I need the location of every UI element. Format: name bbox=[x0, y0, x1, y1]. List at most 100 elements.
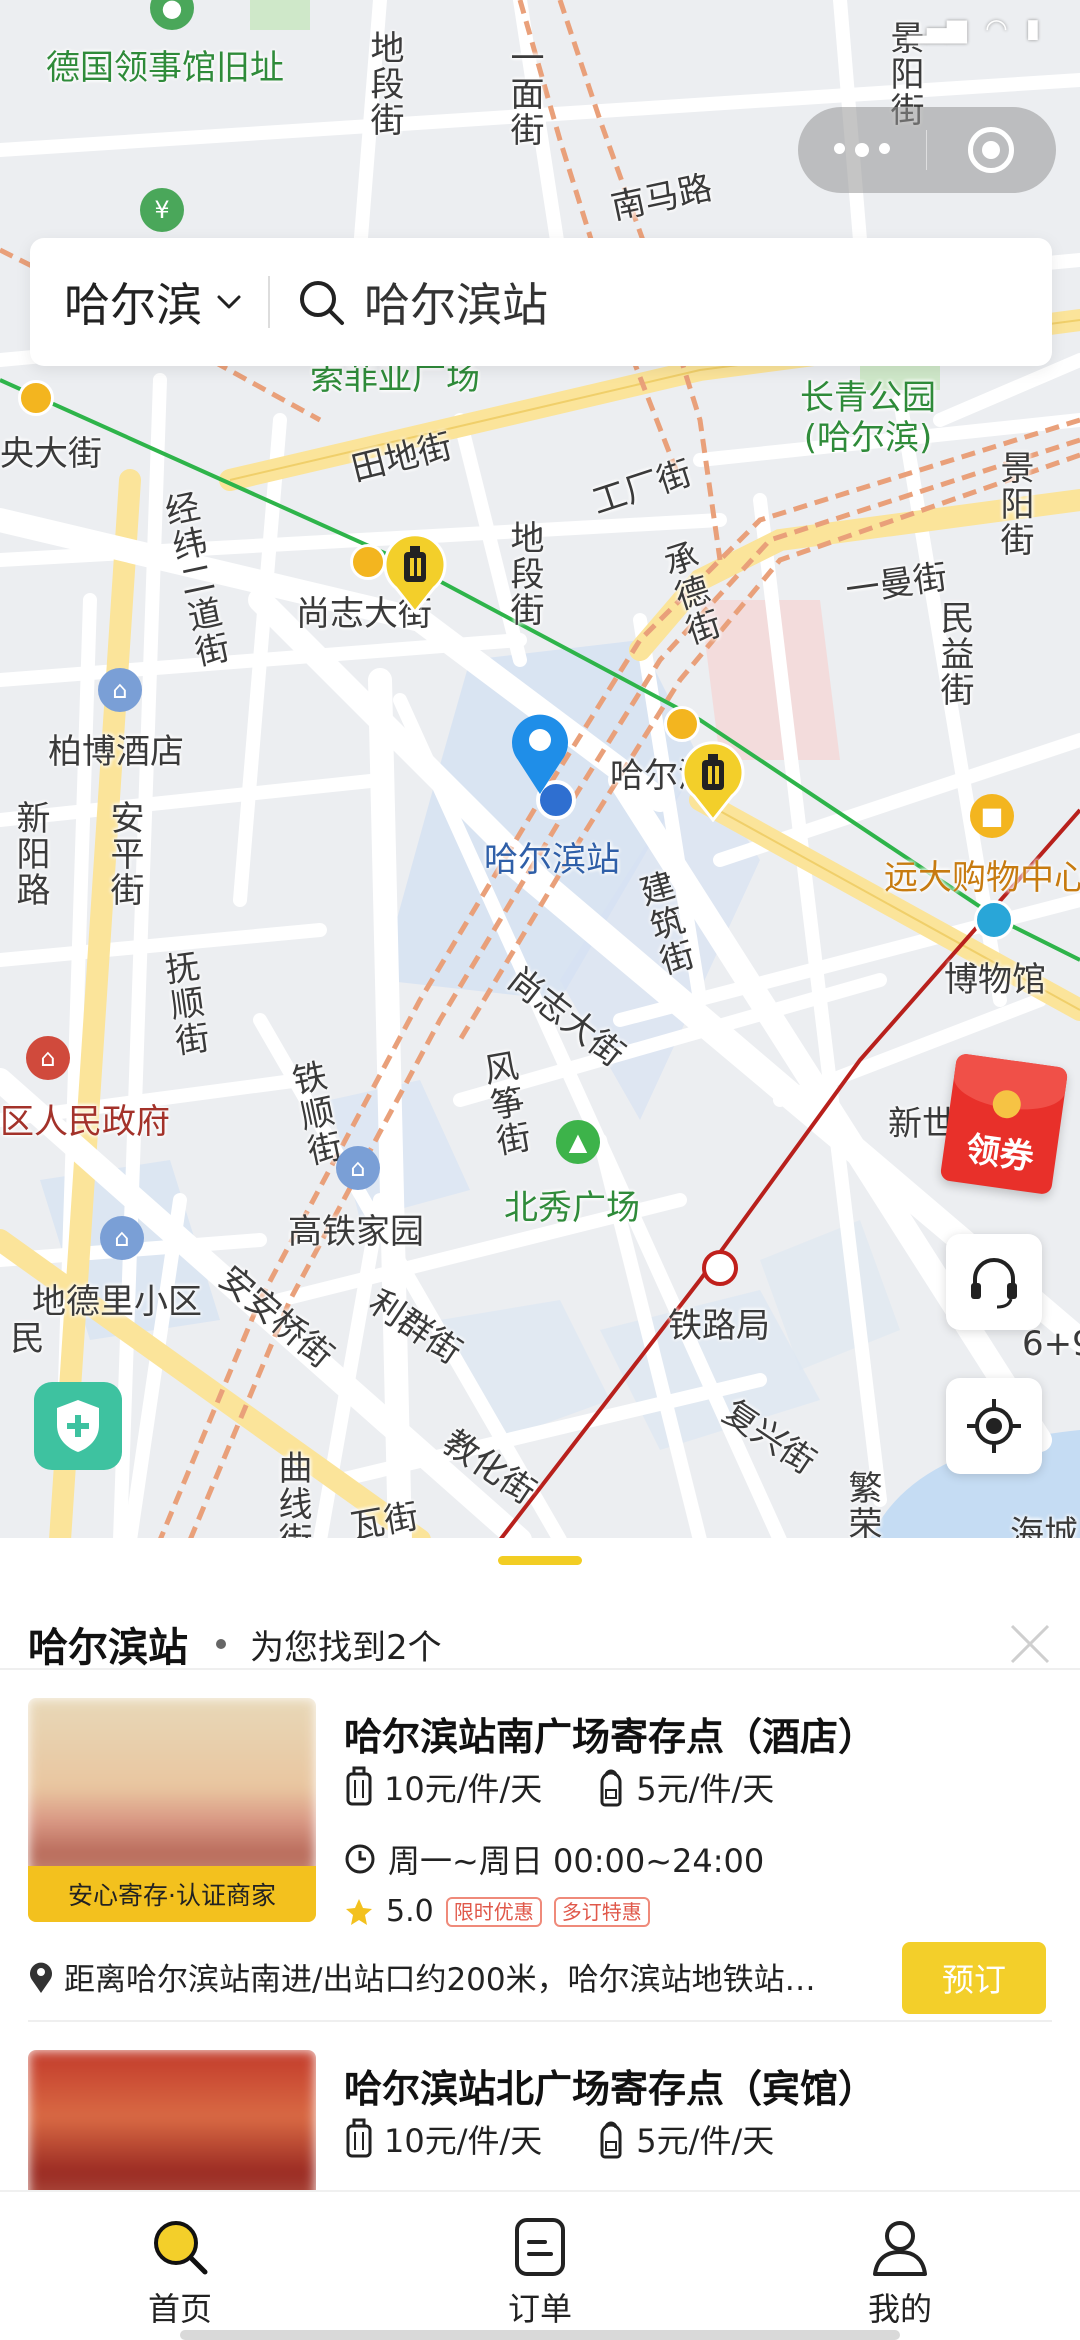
map-label-harbin-station: 哈尔滨站 bbox=[484, 840, 620, 880]
map-label-changqing-park: 长青公园 (哈尔滨) bbox=[800, 378, 936, 458]
separator-dot bbox=[216, 1639, 226, 1649]
home-indicator bbox=[180, 2330, 900, 2340]
price-large-luggage: 10元/件/天 bbox=[384, 2122, 543, 2160]
card-title: 哈尔滨站南广场寄存点（酒店） bbox=[344, 1715, 877, 1759]
city-selector[interactable]: 哈尔滨 bbox=[30, 238, 242, 366]
search-bar: 哈尔滨 哈尔滨站 bbox=[30, 238, 1052, 366]
hours-row: 周一~周日 00:00~24:00 bbox=[344, 1836, 764, 1882]
tab-orders[interactable]: 订单 bbox=[360, 2192, 720, 2340]
map-label-anping: 安平街 bbox=[104, 800, 144, 908]
search-input[interactable]: 哈尔滨站 bbox=[364, 269, 548, 335]
backpack-icon bbox=[600, 1769, 622, 1807]
battery-icon: ▮ bbox=[1025, 14, 1040, 44]
map-label-railway-bureau: 铁路局 bbox=[668, 1306, 770, 1346]
map-label-xinyang: 新阳路 bbox=[10, 800, 50, 908]
map-label-jingyang-2: 景阳街 bbox=[994, 450, 1034, 558]
map-label-fanrong: 繁荣街 bbox=[842, 1470, 882, 1540]
map-label-yangdajie: 央大街 bbox=[0, 434, 102, 474]
metro-station-icon bbox=[664, 706, 700, 742]
storage-result-card[interactable]: 安心寄存·认证商家 哈尔滨站南广场寄存点（酒店） 10元/件/天 5元/件/天 … bbox=[28, 1698, 1052, 2014]
storage-photo: 安心寄存·认证商家 bbox=[28, 1698, 316, 1922]
result-count: 为您找到2个 bbox=[250, 1627, 442, 1668]
close-miniprogram-icon[interactable] bbox=[927, 127, 1055, 173]
storage-result-card[interactable]: 哈尔滨站北广场寄存点（宾馆） 10元/件/天 5元/件/天 bbox=[28, 2050, 1052, 2190]
shield-icon bbox=[57, 1400, 99, 1452]
map-label-gaotie-home: 高铁家园 bbox=[288, 1212, 424, 1252]
status-bar: ▂▄▆ ◠ ▮ bbox=[0, 0, 1080, 64]
drag-handle[interactable] bbox=[498, 1556, 582, 1565]
locate-me-button[interactable] bbox=[946, 1378, 1042, 1474]
location-icon bbox=[30, 1962, 52, 1993]
wifi-icon: ◠ bbox=[985, 14, 1008, 44]
status-icons: ▂▄▆ ◠ ▮ bbox=[907, 14, 1040, 44]
app-root: 德国领事馆旧址 地段街 一面街 南马路 景阳街 索菲亚广场 田地街 工厂街 长青… bbox=[0, 0, 1080, 2340]
tab-label: 首页 bbox=[147, 2290, 212, 2328]
tab-profile[interactable]: 我的 bbox=[720, 2192, 1080, 2340]
residence-poi-icon: ⌂ bbox=[100, 1216, 144, 1260]
promo-tag: 限时优惠 bbox=[445, 1896, 542, 1927]
square-poi-icon: ▲ bbox=[556, 1120, 600, 1164]
divider bbox=[28, 2020, 1052, 2022]
price-large-luggage: 10元/件/天 bbox=[384, 1770, 543, 1808]
miniprogram-capsule bbox=[798, 107, 1056, 193]
opening-hours: 周一~周日 00:00~24:00 bbox=[388, 1842, 765, 1880]
tab-label: 我的 bbox=[867, 2290, 932, 2328]
close-icon[interactable] bbox=[1008, 1622, 1052, 1666]
order-icon bbox=[515, 2218, 565, 2276]
price-small-bag: 5元/件/天 bbox=[636, 1770, 775, 1808]
map-label-yuanda-mall: 远大购物中心 bbox=[884, 858, 1080, 898]
government-poi-icon: ⌂ bbox=[26, 1036, 70, 1080]
map-view[interactable]: 德国领事馆旧址 地段街 一面街 南马路 景阳街 索菲亚广场 田地街 工厂街 长青… bbox=[0, 0, 1080, 1540]
book-button[interactable]: 预订 bbox=[902, 1942, 1046, 2014]
storage-photo bbox=[28, 2050, 316, 2190]
card-title: 哈尔滨站北广场寄存点（宾馆） bbox=[344, 2067, 877, 2111]
tab-bar: 首页 订单 我的 bbox=[0, 2190, 1080, 2340]
map-label-diderli: 地德里小区 bbox=[32, 1282, 202, 1322]
verified-merchant-badge: 安心寄存·认证商家 bbox=[28, 1866, 316, 1922]
signal-icon: ▂▄▆ bbox=[907, 14, 967, 44]
address-text: 距离哈尔滨站南进/出站口约200米，哈尔滨站地铁站… bbox=[64, 1962, 816, 1998]
tab-label: 订单 bbox=[507, 2290, 572, 2328]
backpack-icon bbox=[600, 2121, 622, 2159]
map-label-6plus9: 6+9 bbox=[1022, 1324, 1080, 1364]
bank-poi-icon: ¥ bbox=[140, 188, 184, 232]
small-bag-price: 5元/件/天 bbox=[596, 1764, 774, 1810]
coupon-label: 领券 bbox=[963, 1129, 1037, 1179]
luggage-marker-icon[interactable] bbox=[382, 530, 448, 614]
map-label-quxian: 曲线街 bbox=[272, 1450, 312, 1540]
hotel-poi-icon: ⌂ bbox=[98, 668, 142, 712]
shop-poi-icon: ■ bbox=[970, 794, 1014, 838]
price-small-bag: 5元/件/天 bbox=[636, 2122, 775, 2160]
metro-station-icon bbox=[18, 380, 54, 416]
station-title: 哈尔滨站 bbox=[28, 1625, 188, 1671]
address-row: 距离哈尔滨站南进/出站口约200米，哈尔滨站地铁站… bbox=[28, 1954, 878, 1999]
map-label-haicheng: 海城 bbox=[1010, 1514, 1078, 1540]
insurance-button[interactable] bbox=[34, 1382, 122, 1470]
more-options-icon[interactable] bbox=[798, 143, 926, 157]
map-label-minyi: 民益街 bbox=[934, 600, 974, 708]
small-bag-price: 5元/件/天 bbox=[596, 2116, 774, 2162]
rating-value: 5.0 bbox=[386, 1894, 434, 1929]
results-panel: 哈尔滨站 为您找到2个 安心寄存·认证商家 哈尔滨站南广场寄存点（酒店） 10元… bbox=[0, 1538, 1080, 2190]
metro-station-icon bbox=[350, 544, 386, 580]
city-label: 哈尔滨 bbox=[64, 278, 202, 332]
customer-service-button[interactable] bbox=[946, 1234, 1042, 1330]
divider bbox=[0, 1668, 1080, 1670]
profile-icon bbox=[873, 2221, 927, 2276]
clock-icon bbox=[345, 1844, 375, 1874]
search-icon bbox=[154, 2221, 208, 2275]
search-divider bbox=[268, 276, 270, 328]
map-label-museum: 博物馆 bbox=[944, 960, 1046, 1000]
map-label-min: 民 bbox=[4, 1320, 44, 1356]
star-icon bbox=[346, 1898, 372, 1925]
location-pin-icon bbox=[512, 714, 568, 794]
crosshair-icon bbox=[967, 1399, 1021, 1453]
metro-transfer-icon bbox=[974, 900, 1014, 940]
metro-station-icon bbox=[702, 1250, 738, 1286]
headset-icon bbox=[971, 1258, 1017, 1309]
coupon-button[interactable]: 领券 bbox=[939, 1052, 1069, 1196]
tab-home[interactable]: 首页 bbox=[0, 2192, 360, 2340]
map-label-diduan-2: 地段街 bbox=[504, 520, 544, 628]
luggage-marker-icon[interactable] bbox=[680, 738, 746, 822]
price-row: 10元/件/天 5元/件/天 bbox=[344, 1764, 774, 1810]
